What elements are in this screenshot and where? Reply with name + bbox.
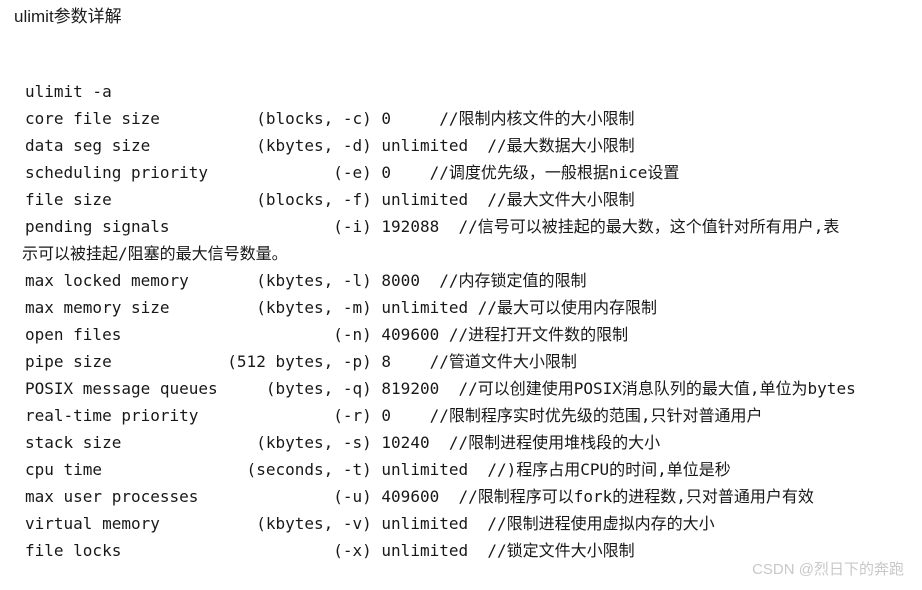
code-line: open files (-n) 409600 //进程打开文件数的限制 xyxy=(25,325,629,344)
csdn-watermark: CSDN @烈日下的奔跑 xyxy=(752,561,904,578)
code-line: pipe size (512 bytes, -p) 8 //管道文件大小限制 xyxy=(25,352,577,371)
code-line: virtual memory (kbytes, -v) unlimited //… xyxy=(25,514,715,533)
code-line: file size (blocks, -f) unlimited //最大文件大… xyxy=(25,190,635,209)
code-line: cpu time (seconds, -t) unlimited //)程序占用… xyxy=(25,460,731,479)
page-title: ulimit参数详解 xyxy=(14,7,122,26)
ulimit-output-code-block: ulimit -a core file size (blocks, -c) 0 /… xyxy=(0,78,922,564)
code-line: POSIX message queues (bytes, -q) 819200 … xyxy=(25,379,856,398)
code-line: max locked memory (kbytes, -l) 8000 //内存… xyxy=(25,271,587,290)
code-line: scheduling priority (-e) 0 //调度优先级，一般根据n… xyxy=(25,163,680,182)
code-line: ulimit -a xyxy=(25,82,112,101)
code-line: max user processes (-u) 409600 //限制程序可以f… xyxy=(25,487,814,506)
code-line: data seg size (kbytes, -d) unlimited //最… xyxy=(25,136,635,155)
page-root: { "page": { "title": "ulimit参数详解", "back… xyxy=(0,0,922,590)
code-line: pending signals (-i) 192088 //信号可以被挂起的最大… xyxy=(25,217,840,236)
code-line: real-time priority (-r) 0 //限制程序实时优先级的范围… xyxy=(25,406,763,425)
code-line: 示可以被挂起/阻塞的最大信号数量。 xyxy=(22,244,288,263)
code-line: max memory size (kbytes, -m) unlimited /… xyxy=(25,298,658,317)
code-line: stack size (kbytes, -s) 10240 //限制进程使用堆栈… xyxy=(25,433,661,452)
code-line: core file size (blocks, -c) 0 //限制内核文件的大… xyxy=(25,109,635,128)
